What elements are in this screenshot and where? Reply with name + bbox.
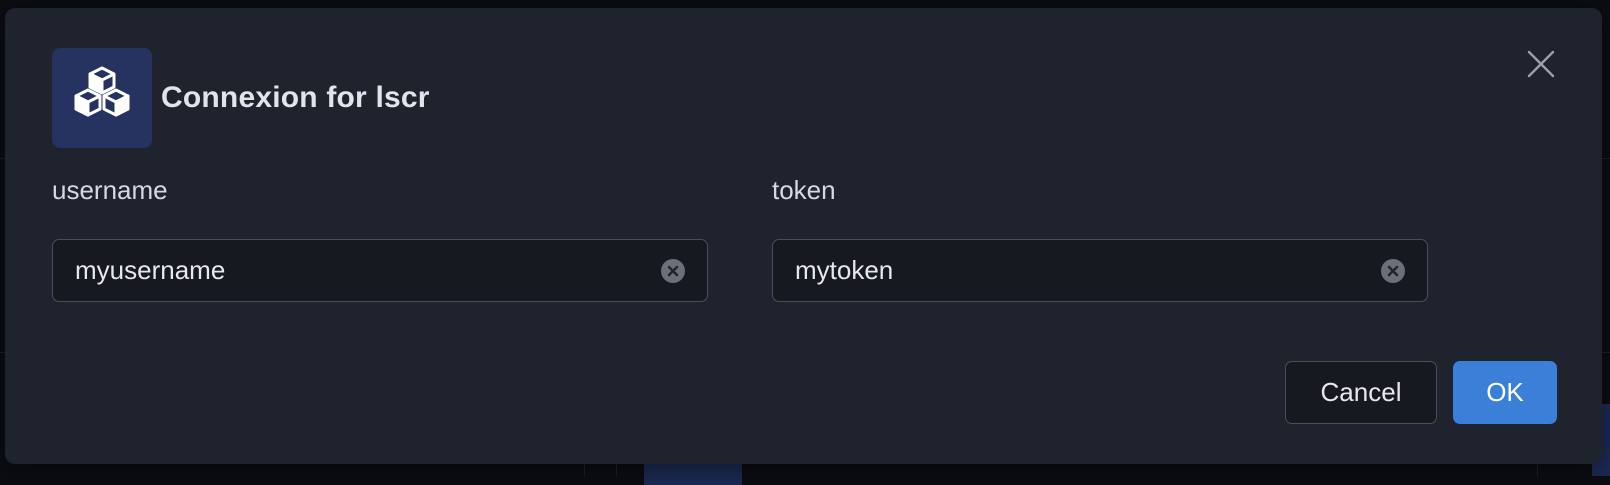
stacked-cubes-icon xyxy=(68,66,136,131)
dialog-title: Connexion for lscr xyxy=(161,81,430,115)
dialog-header: Connexion for lscr xyxy=(52,48,430,148)
token-input[interactable] xyxy=(795,255,1381,286)
token-field: token xyxy=(772,173,1428,302)
username-field: username xyxy=(52,173,708,302)
cancel-button[interactable]: Cancel xyxy=(1285,361,1437,424)
ok-button[interactable]: OK xyxy=(1453,361,1557,424)
token-input-box[interactable] xyxy=(772,239,1428,302)
close-icon xyxy=(1527,50,1555,83)
username-input-box[interactable] xyxy=(52,239,708,302)
username-label: username xyxy=(52,173,708,207)
username-input[interactable] xyxy=(75,255,661,286)
close-button[interactable] xyxy=(1521,46,1561,86)
connection-dialog: Connexion for lscr username token xyxy=(5,8,1602,464)
token-label: token xyxy=(772,173,1428,207)
clear-icon[interactable] xyxy=(661,259,685,283)
brand-tile xyxy=(52,48,152,148)
clear-icon[interactable] xyxy=(1381,259,1405,283)
